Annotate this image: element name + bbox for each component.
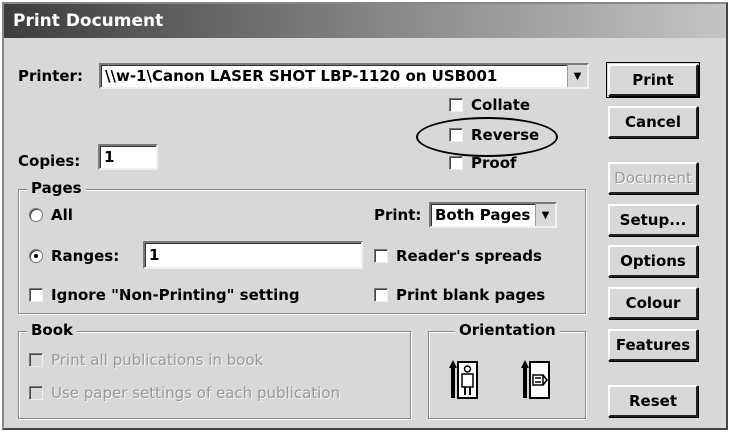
document-button: Document — [608, 162, 698, 194]
print-blank-label: Print blank pages — [396, 286, 546, 304]
print-all-publications-label: Print all publications in book — [51, 351, 264, 369]
chevron-down-icon[interactable]: ▼ — [567, 65, 587, 87]
copies-value: 1 — [104, 148, 115, 166]
cancel-button[interactable]: Cancel — [608, 106, 698, 138]
ranges-label: Ranges: — [51, 247, 120, 265]
ignore-nonprinting-label: Ignore "Non-Printing" setting — [51, 286, 300, 304]
print-document-dialog: Print Document Printer: \\w-1\Canon LASE… — [2, 2, 728, 430]
reset-button[interactable]: Reset — [608, 385, 698, 417]
ranges-input[interactable]: 1 — [143, 241, 363, 269]
portrait-orientation-icon[interactable] — [449, 358, 479, 400]
collate-label: Collate — [471, 96, 531, 114]
print-pages-select[interactable]: Both Pages ▼ — [429, 202, 557, 228]
printer-select[interactable]: \\w-1\Canon LASER SHOT LBP-1120 on USB00… — [99, 63, 589, 89]
features-button[interactable]: Features — [608, 329, 698, 361]
all-pages-option[interactable]: All — [29, 206, 73, 224]
ignore-nonprinting-checkbox[interactable] — [29, 288, 43, 302]
book-group: Book Print all publications in book Use … — [18, 321, 411, 419]
proof-label: Proof — [471, 154, 517, 172]
proof-option[interactable]: Proof — [449, 154, 517, 172]
ranges-radio[interactable] — [29, 249, 43, 263]
use-paper-settings-label: Use paper settings of each publication — [51, 384, 340, 402]
proof-checkbox[interactable] — [449, 156, 463, 170]
collate-option[interactable]: Collate — [449, 96, 530, 114]
readers-spreads-option[interactable]: Reader's spreads — [374, 247, 542, 265]
pages-group-title: Pages — [27, 179, 86, 197]
all-pages-radio[interactable] — [29, 208, 43, 222]
orientation-group: Orientation — [428, 321, 586, 419]
copies-input[interactable]: 1 — [98, 144, 158, 170]
print-all-publications-checkbox — [29, 353, 43, 367]
print-blank-checkbox[interactable] — [374, 288, 388, 302]
print-pages-value: Both Pages — [435, 206, 531, 224]
window-title: Print Document — [13, 11, 164, 31]
use-paper-settings-option: Use paper settings of each publication — [29, 384, 340, 402]
colour-button[interactable]: Colour — [608, 287, 698, 319]
chevron-down-icon[interactable]: ▼ — [535, 204, 555, 226]
print-button[interactable]: Print — [606, 62, 700, 98]
ranges-option[interactable]: Ranges: — [29, 247, 119, 265]
title-bar: Print Document — [4, 4, 726, 38]
all-pages-label: All — [51, 206, 73, 224]
copies-label: Copies: — [18, 152, 81, 170]
setup-button[interactable]: Setup... — [608, 204, 698, 236]
readers-spreads-label: Reader's spreads — [396, 247, 542, 265]
printer-value: \\w-1\Canon LASER SHOT LBP-1120 on USB00… — [105, 67, 498, 85]
landscape-orientation-icon[interactable] — [521, 358, 551, 400]
use-paper-settings-checkbox — [29, 386, 43, 400]
readers-spreads-checkbox[interactable] — [374, 249, 388, 263]
print-pages-label: Print: — [374, 206, 422, 224]
ranges-value: 1 — [149, 246, 160, 264]
orientation-group-title: Orientation — [455, 321, 560, 339]
options-button[interactable]: Options — [608, 245, 698, 277]
print-blank-option[interactable]: Print blank pages — [374, 286, 545, 304]
ignore-nonprinting-option[interactable]: Ignore "Non-Printing" setting — [29, 286, 300, 304]
collate-checkbox[interactable] — [449, 98, 463, 112]
highlight-ellipse — [416, 117, 558, 157]
printer-label: Printer: — [18, 67, 83, 85]
print-all-publications-option: Print all publications in book — [29, 351, 263, 369]
book-group-title: Book — [27, 321, 78, 339]
pages-group: Pages All Print: Both Pages ▼ Ranges: 1 … — [18, 179, 586, 314]
